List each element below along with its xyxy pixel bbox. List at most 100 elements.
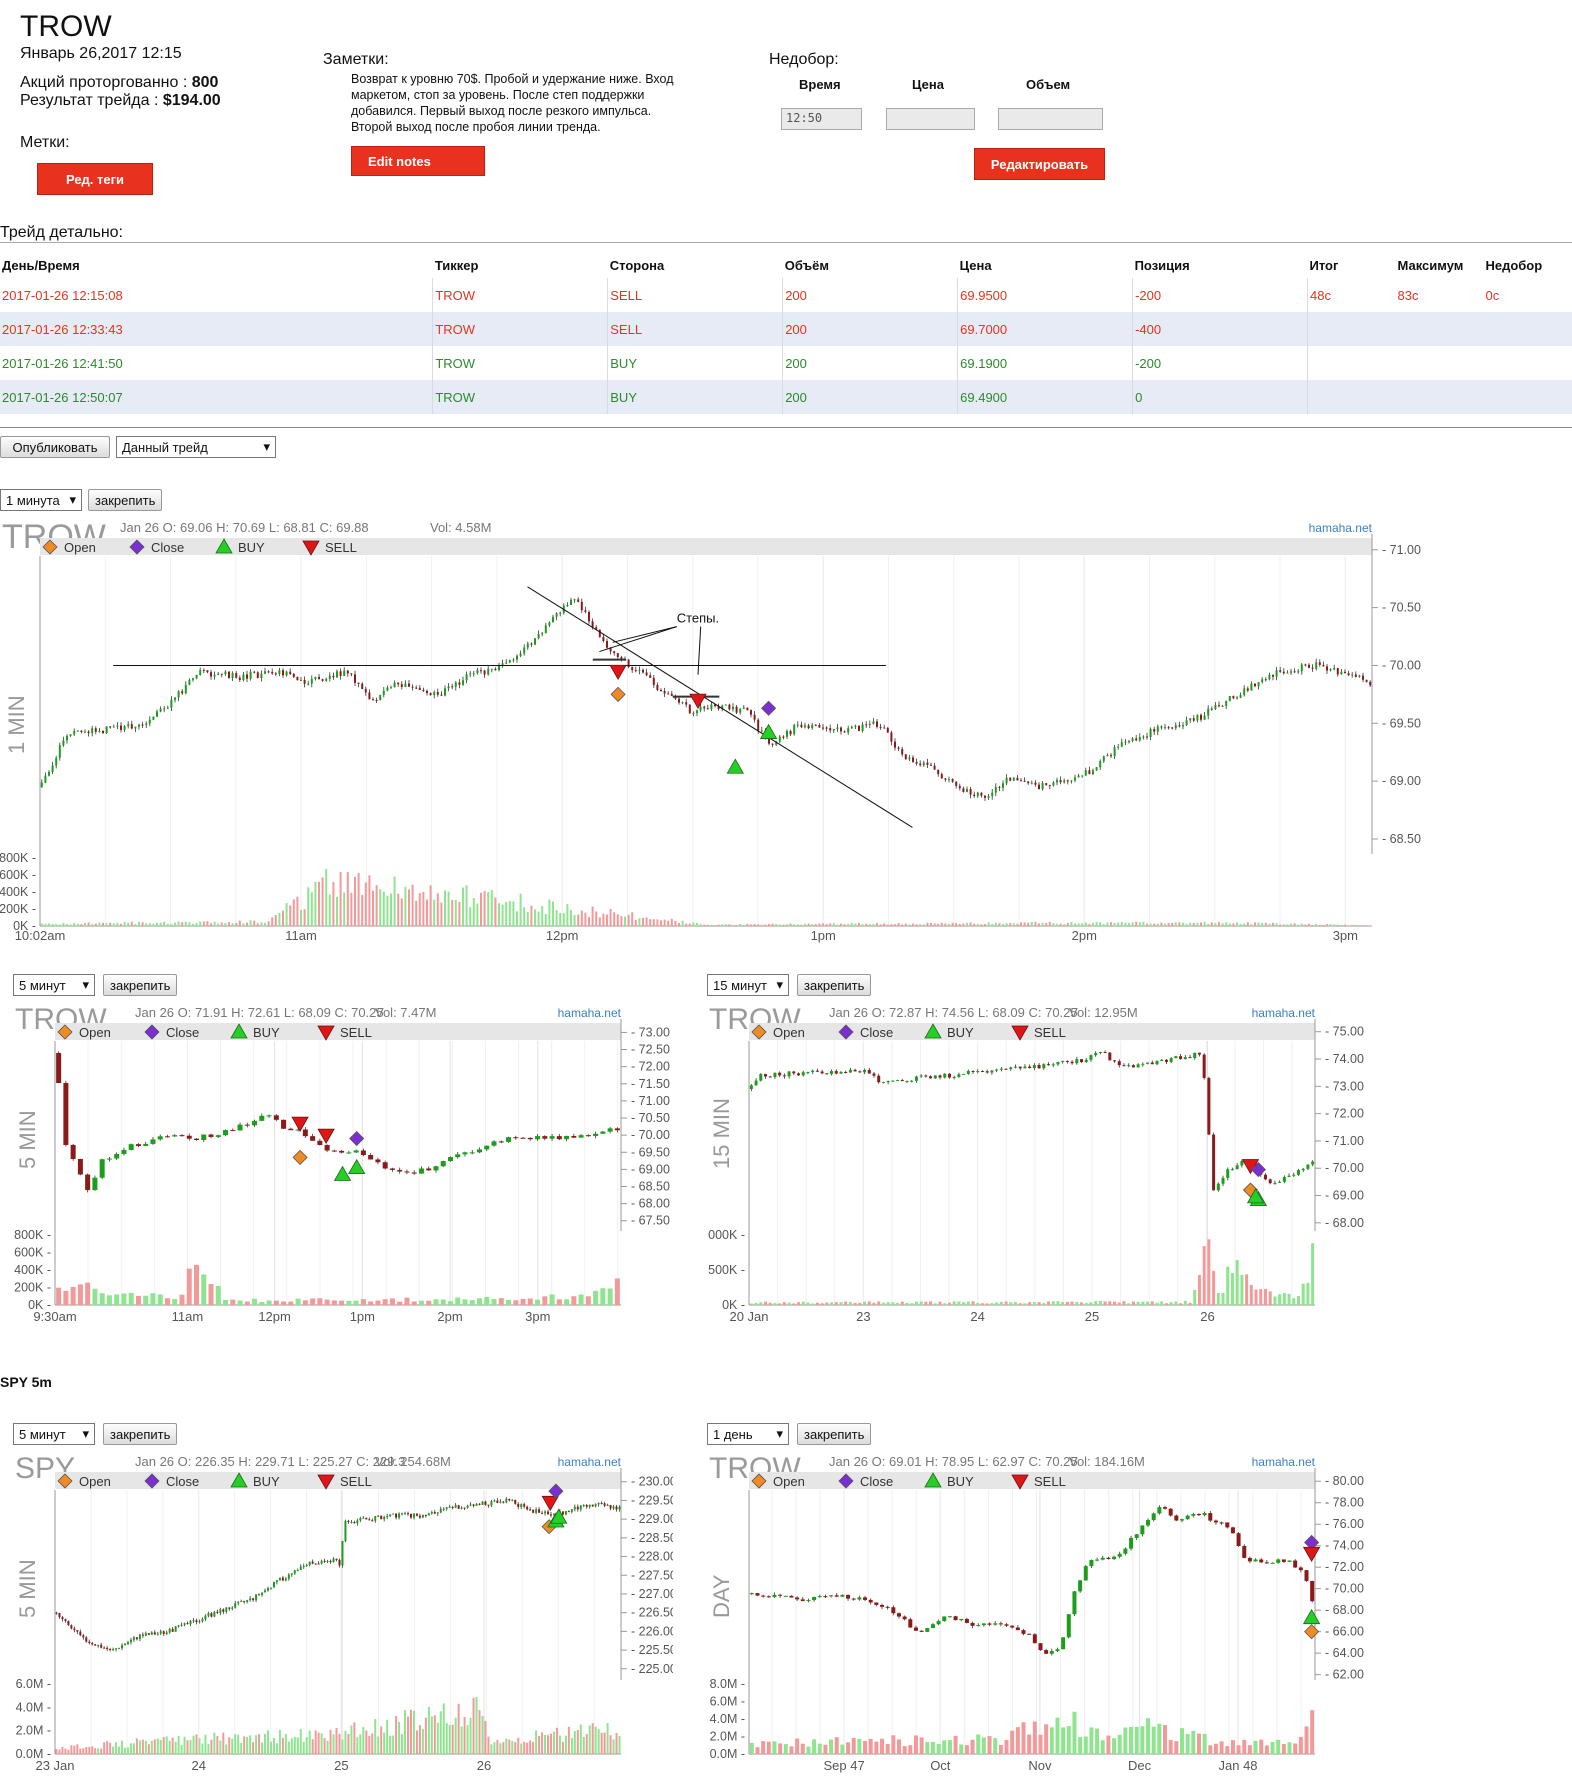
volume-bar [1213,1743,1218,1754]
volume-bar [163,921,166,926]
pin-button-4[interactable]: закрепить [103,1423,178,1445]
candle [1326,666,1328,671]
candle [760,730,763,732]
volume-bar [825,1302,829,1305]
timeframe-select-1[interactable]: 1 минута ▾ [0,489,82,511]
volume-bar [627,914,630,926]
volume-bar [685,923,688,926]
volume-bar [1207,923,1210,926]
shortfall-time-input[interactable]: 12:50 [781,108,862,130]
candle [1131,1065,1135,1068]
chart-svg: TROW Jan 26 O: 69.01 H: 78.95 L: 62.97 C:… [707,1448,1367,1788]
candle [439,1508,442,1513]
volume-bar [409,1709,412,1754]
volume-bar [1140,1726,1145,1754]
table-row[interactable]: 2017-01-26 12:50:07 TROW BUY 200 69.4900… [0,380,1572,414]
timeframe-select-4[interactable]: 5 минут ▾ [13,1423,95,1445]
edit-tags-button[interactable]: Ред. теги [37,163,153,195]
volume-bar [299,1729,302,1754]
candle [70,1625,73,1629]
candle [782,1075,786,1077]
table-row[interactable]: 2017-01-26 12:15:08 TROW SELL 200 69.950… [0,278,1572,312]
volume-bar [1150,1301,1154,1305]
candle [401,1513,404,1515]
volume-bar [1070,922,1073,926]
table-row[interactable]: 2017-01-26 12:33:43 TROW SELL 200 69.700… [0,312,1572,346]
chart-timeframe-label: DAY [709,1574,734,1618]
candle [252,1120,258,1126]
volume-bar [1084,922,1087,926]
candle [1236,1533,1241,1547]
candle [44,775,47,783]
candle [585,1505,588,1507]
volume-bar [1270,1741,1275,1754]
candle [186,1623,189,1625]
shortfall-volume-input[interactable] [998,108,1103,130]
candle [962,788,965,792]
pin-button-2[interactable]: закрепить [103,974,178,996]
scope-select[interactable]: Данный трейд ▾ [116,436,276,458]
y-tick-label: - 230.00 [631,1475,673,1489]
cell-datetime: 2017-01-26 12:41:50 [0,346,434,380]
volume-bar [789,923,792,926]
volume-bar [823,1744,828,1754]
chart-svg: TROW Jan 26 O: 71.91 H: 72.61 L: 68.09 C:… [13,999,673,1339]
timeframe-select-5[interactable]: 1 день ▾ [707,1423,789,1445]
candle [1174,1515,1179,1521]
volume-bar [1254,1289,1258,1305]
candle [984,795,986,798]
timeframe-select-2[interactable]: 5 минут ▾ [13,974,95,996]
candle [234,1603,237,1608]
volume-bar [670,918,673,926]
pin-button-1[interactable]: закрепить [88,489,163,511]
volume-bar [48,923,50,926]
volume-tick-label: 600K - [0,868,36,882]
cell-max [1395,312,1484,346]
volume-bar [616,914,619,926]
shortfall-price-input[interactable] [886,108,975,130]
candle [375,699,378,701]
candle [127,724,130,727]
candle [230,1130,236,1132]
candle [1230,1527,1235,1534]
candle [976,1071,980,1073]
volume-bar [843,924,846,926]
candle [549,1514,552,1516]
y-tick-label: - 227.50 [631,1568,673,1582]
volume-bar [1010,1730,1015,1754]
volume-bar [1261,922,1264,926]
volume-bar [365,1730,368,1754]
timeframe-select-3[interactable]: 15 минут ▾ [707,974,789,996]
chart-15min[interactable]: TROW Jan 26 O: 72.87 H: 74.56 L: 68.09 C:… [707,999,1367,1339]
edit-shortfall-button[interactable]: Редактировать [974,148,1105,180]
edit-notes-button[interactable]: Edit notes [351,146,485,176]
pin-button-5[interactable]: закрепить [797,1423,872,1445]
publish-button[interactable]: Опубликовать [0,436,110,458]
candle [323,1560,326,1562]
pin-button-3[interactable]: закрепить [797,974,872,996]
candle [795,1597,800,1600]
chart-1min[interactable]: TROW Jan 26 O: 69.06 H: 70.69 L: 68.81 C:… [0,514,1428,964]
volume-bar [440,902,443,926]
timeframe-value: 1 день [713,1426,753,1442]
candle [389,1168,395,1170]
candle [526,1506,529,1510]
chart-5min[interactable]: TROW Jan 26 O: 71.91 H: 72.61 L: 68.09 C:… [13,999,673,1339]
volume-bar [412,1710,415,1754]
table-row[interactable]: 2017-01-26 12:41:50 TROW BUY 200 69.1900… [0,346,1572,380]
candle [112,726,115,728]
volume-tick-label: 800K - [0,851,36,865]
volume-bar [1009,923,1012,926]
chart-volume-info: Vol: 254.68M [375,1454,451,1469]
y-tick-label: - 229.00 [631,1512,673,1526]
y-tick-label: - 71.00 [1325,1134,1364,1148]
candle [1179,1056,1183,1060]
chart-day[interactable]: TROW Jan 26 O: 69.01 H: 78.95 L: 62.97 C:… [707,1448,1367,1788]
candle [1122,1065,1126,1067]
chart-spy-5min[interactable]: SPY Jan 26 O: 226.35 H: 229.71 L: 225.27 … [13,1448,673,1788]
candle [331,1150,337,1152]
volume-bar [458,901,461,926]
candle [51,765,54,772]
volume-bar [613,912,616,926]
candle [252,1598,255,1601]
